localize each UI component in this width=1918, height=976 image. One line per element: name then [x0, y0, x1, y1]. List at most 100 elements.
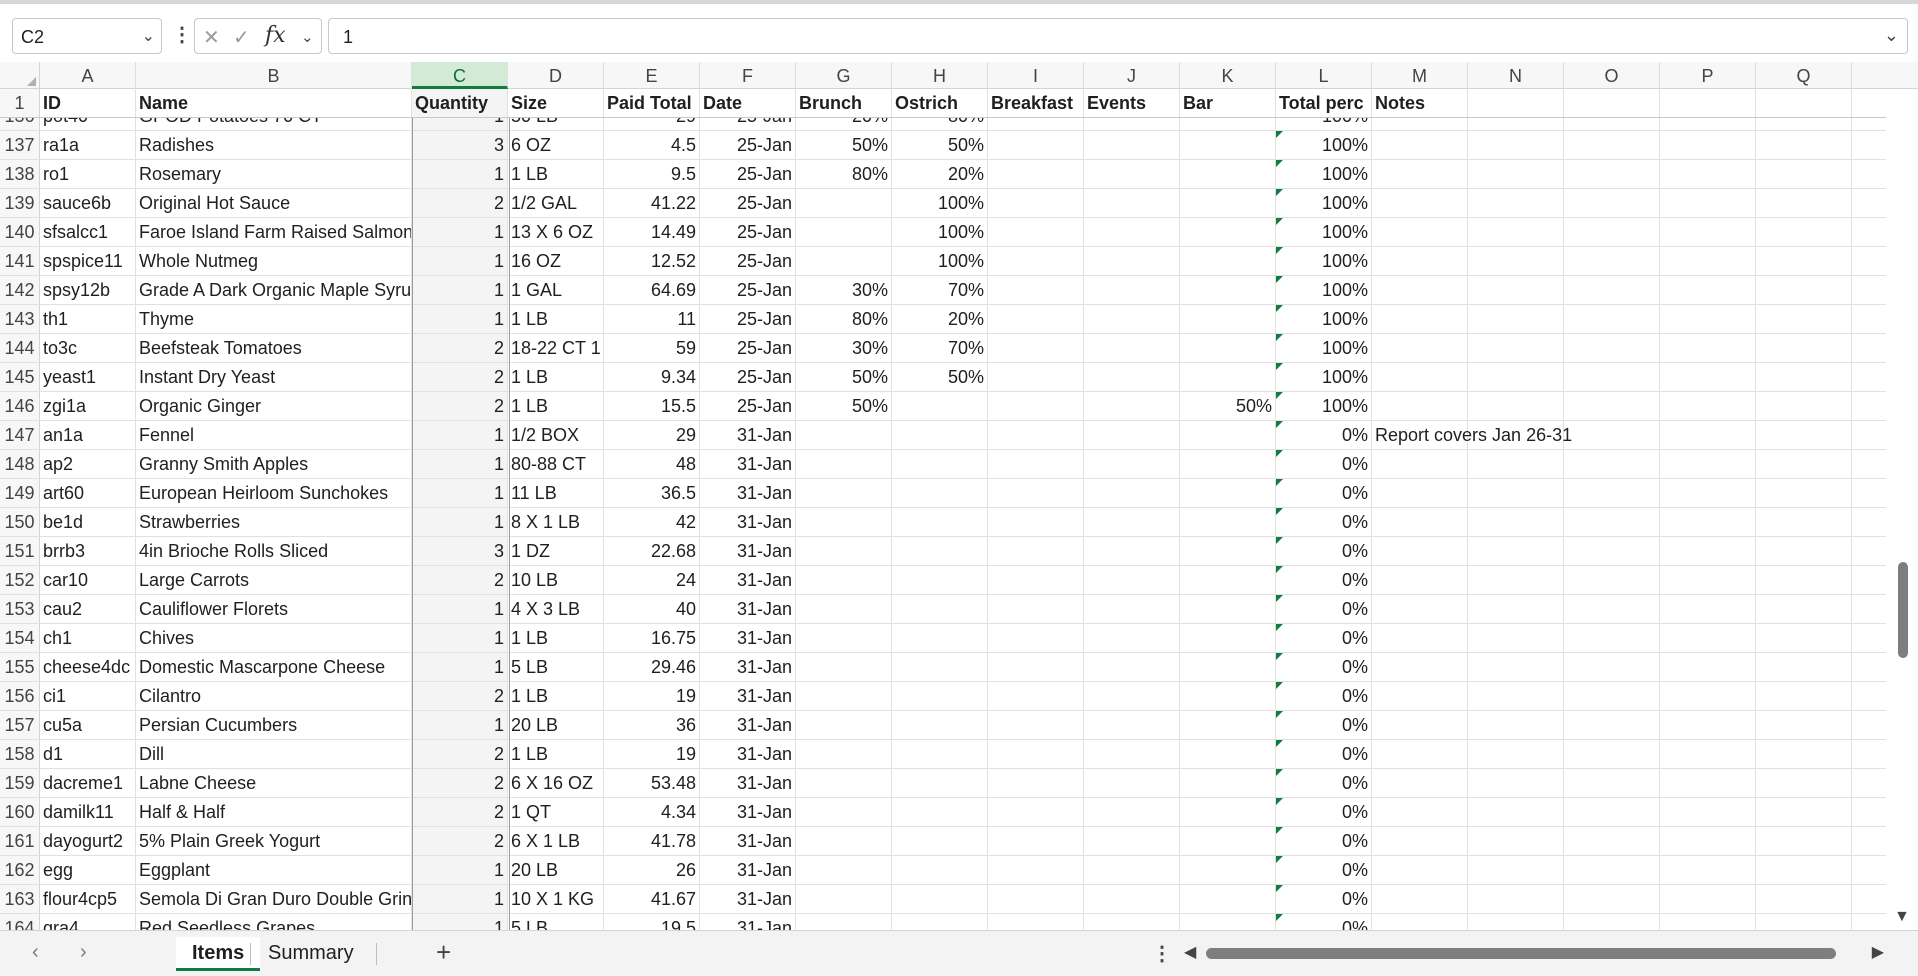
- breakfast-cell[interactable]: [988, 624, 1084, 652]
- row-number[interactable]: 141: [0, 247, 40, 275]
- date-cell[interactable]: 31-Jan: [700, 798, 796, 826]
- notes-cell[interactable]: [1372, 450, 1468, 478]
- name-cell[interactable]: Eggplant: [136, 856, 412, 884]
- header-cell[interactable]: Size: [508, 89, 604, 117]
- brunch-cell[interactable]: 50%: [796, 131, 892, 159]
- breakfast-cell[interactable]: [988, 305, 1084, 333]
- ostrich-cell[interactable]: 70%: [892, 276, 988, 304]
- brunch-cell[interactable]: 30%: [796, 334, 892, 362]
- column-header-e[interactable]: E: [604, 62, 700, 89]
- ostrich-cell[interactable]: [892, 914, 988, 930]
- row-number[interactable]: 140: [0, 218, 40, 246]
- events-cell[interactable]: [1084, 392, 1180, 420]
- notes-cell[interactable]: [1372, 740, 1468, 768]
- empty-cell[interactable]: [1468, 392, 1564, 420]
- breakfast-cell[interactable]: [988, 856, 1084, 884]
- empty-cell[interactable]: [1468, 305, 1564, 333]
- empty-cell[interactable]: [1564, 450, 1660, 478]
- vertical-scrollbar[interactable]: ▲ ▼: [1886, 62, 1918, 930]
- date-cell[interactable]: 31-Jan: [700, 537, 796, 565]
- id-cell[interactable]: an1a: [40, 421, 136, 449]
- brunch-cell[interactable]: [796, 769, 892, 797]
- breakfast-cell[interactable]: [988, 363, 1084, 391]
- events-cell[interactable]: [1084, 914, 1180, 930]
- date-cell[interactable]: 25-Jan: [700, 276, 796, 304]
- paid-total-cell[interactable]: 48: [604, 450, 700, 478]
- ostrich-cell[interactable]: 100%: [892, 218, 988, 246]
- scroll-left-icon[interactable]: ◀: [1184, 942, 1196, 962]
- brunch-cell[interactable]: 50%: [796, 392, 892, 420]
- empty-cell[interactable]: [1756, 740, 1852, 768]
- paid-total-cell[interactable]: 16.75: [604, 624, 700, 652]
- date-cell[interactable]: 25-Jan: [700, 218, 796, 246]
- ostrich-cell[interactable]: [892, 508, 988, 536]
- brunch-cell[interactable]: [796, 682, 892, 710]
- notes-cell[interactable]: [1372, 305, 1468, 333]
- bar-cell[interactable]: [1180, 131, 1276, 159]
- paid-total-cell[interactable]: 64.69: [604, 276, 700, 304]
- id-cell[interactable]: brrb3: [40, 537, 136, 565]
- id-cell[interactable]: dacreme1: [40, 769, 136, 797]
- events-cell[interactable]: [1084, 885, 1180, 913]
- empty-cell[interactable]: [1468, 479, 1564, 507]
- chevron-left-icon[interactable]: ‹: [32, 941, 39, 964]
- sheet-tab-summary[interactable]: Summary: [252, 937, 370, 971]
- notes-cell[interactable]: [1372, 595, 1468, 623]
- quantity-cell[interactable]: 3: [412, 131, 508, 159]
- total-perc-cell[interactable]: 0%: [1276, 827, 1372, 855]
- events-cell[interactable]: [1084, 827, 1180, 855]
- name-cell[interactable]: Grade A Dark Organic Maple Syrup: [136, 276, 412, 304]
- empty-cell[interactable]: [1468, 508, 1564, 536]
- paid-total-cell[interactable]: 19: [604, 682, 700, 710]
- bar-cell[interactable]: [1180, 711, 1276, 739]
- name-cell[interactable]: Domestic Mascarpone Cheese: [136, 653, 412, 681]
- row-number[interactable]: 153: [0, 595, 40, 623]
- date-cell[interactable]: 25-Jan: [700, 392, 796, 420]
- quantity-cell[interactable]: 1: [412, 653, 508, 681]
- bar-cell[interactable]: [1180, 218, 1276, 246]
- date-cell[interactable]: 31-Jan: [700, 885, 796, 913]
- sheet-tab-items[interactable]: Items: [176, 937, 261, 971]
- id-cell[interactable]: ap2: [40, 450, 136, 478]
- header-cell[interactable]: ID: [40, 89, 136, 117]
- column-header-d[interactable]: D: [508, 62, 604, 89]
- empty-cell[interactable]: [1756, 89, 1852, 117]
- breakfast-cell[interactable]: [988, 711, 1084, 739]
- empty-cell[interactable]: [1660, 479, 1756, 507]
- empty-cell[interactable]: [1564, 711, 1660, 739]
- expand-formula-icon[interactable]: ⌄: [1884, 25, 1899, 46]
- total-perc-cell[interactable]: 100%: [1276, 305, 1372, 333]
- column-header-c[interactable]: C: [412, 62, 508, 89]
- bar-cell[interactable]: [1180, 682, 1276, 710]
- empty-cell[interactable]: [1468, 827, 1564, 855]
- empty-cell[interactable]: [1564, 595, 1660, 623]
- quantity-cell[interactable]: 2: [412, 827, 508, 855]
- notes-cell[interactable]: [1372, 189, 1468, 217]
- empty-cell[interactable]: [1468, 885, 1564, 913]
- events-cell[interactable]: [1084, 131, 1180, 159]
- bar-cell[interactable]: [1180, 537, 1276, 565]
- size-cell[interactable]: 1 LB: [508, 363, 604, 391]
- bar-cell[interactable]: 50%: [1180, 392, 1276, 420]
- events-cell[interactable]: [1084, 247, 1180, 275]
- quantity-cell[interactable]: 1: [412, 421, 508, 449]
- paid-total-cell[interactable]: 9.34: [604, 363, 700, 391]
- id-cell[interactable]: zgi1a: [40, 392, 136, 420]
- row-number[interactable]: 152: [0, 566, 40, 594]
- notes-cell[interactable]: [1372, 479, 1468, 507]
- empty-cell[interactable]: [1468, 189, 1564, 217]
- empty-cell[interactable]: [1756, 160, 1852, 188]
- size-cell[interactable]: 1/2 GAL: [508, 189, 604, 217]
- column-header-f[interactable]: F: [700, 62, 796, 89]
- empty-cell[interactable]: [1756, 508, 1852, 536]
- notes-cell[interactable]: [1372, 566, 1468, 594]
- name-cell[interactable]: Rosemary: [136, 160, 412, 188]
- brunch-cell[interactable]: [796, 856, 892, 884]
- notes-cell[interactable]: [1372, 885, 1468, 913]
- bar-cell[interactable]: [1180, 160, 1276, 188]
- id-cell[interactable]: d1: [40, 740, 136, 768]
- bar-cell[interactable]: [1180, 566, 1276, 594]
- brunch-cell[interactable]: [796, 508, 892, 536]
- ostrich-cell[interactable]: [892, 595, 988, 623]
- empty-cell[interactable]: [1564, 392, 1660, 420]
